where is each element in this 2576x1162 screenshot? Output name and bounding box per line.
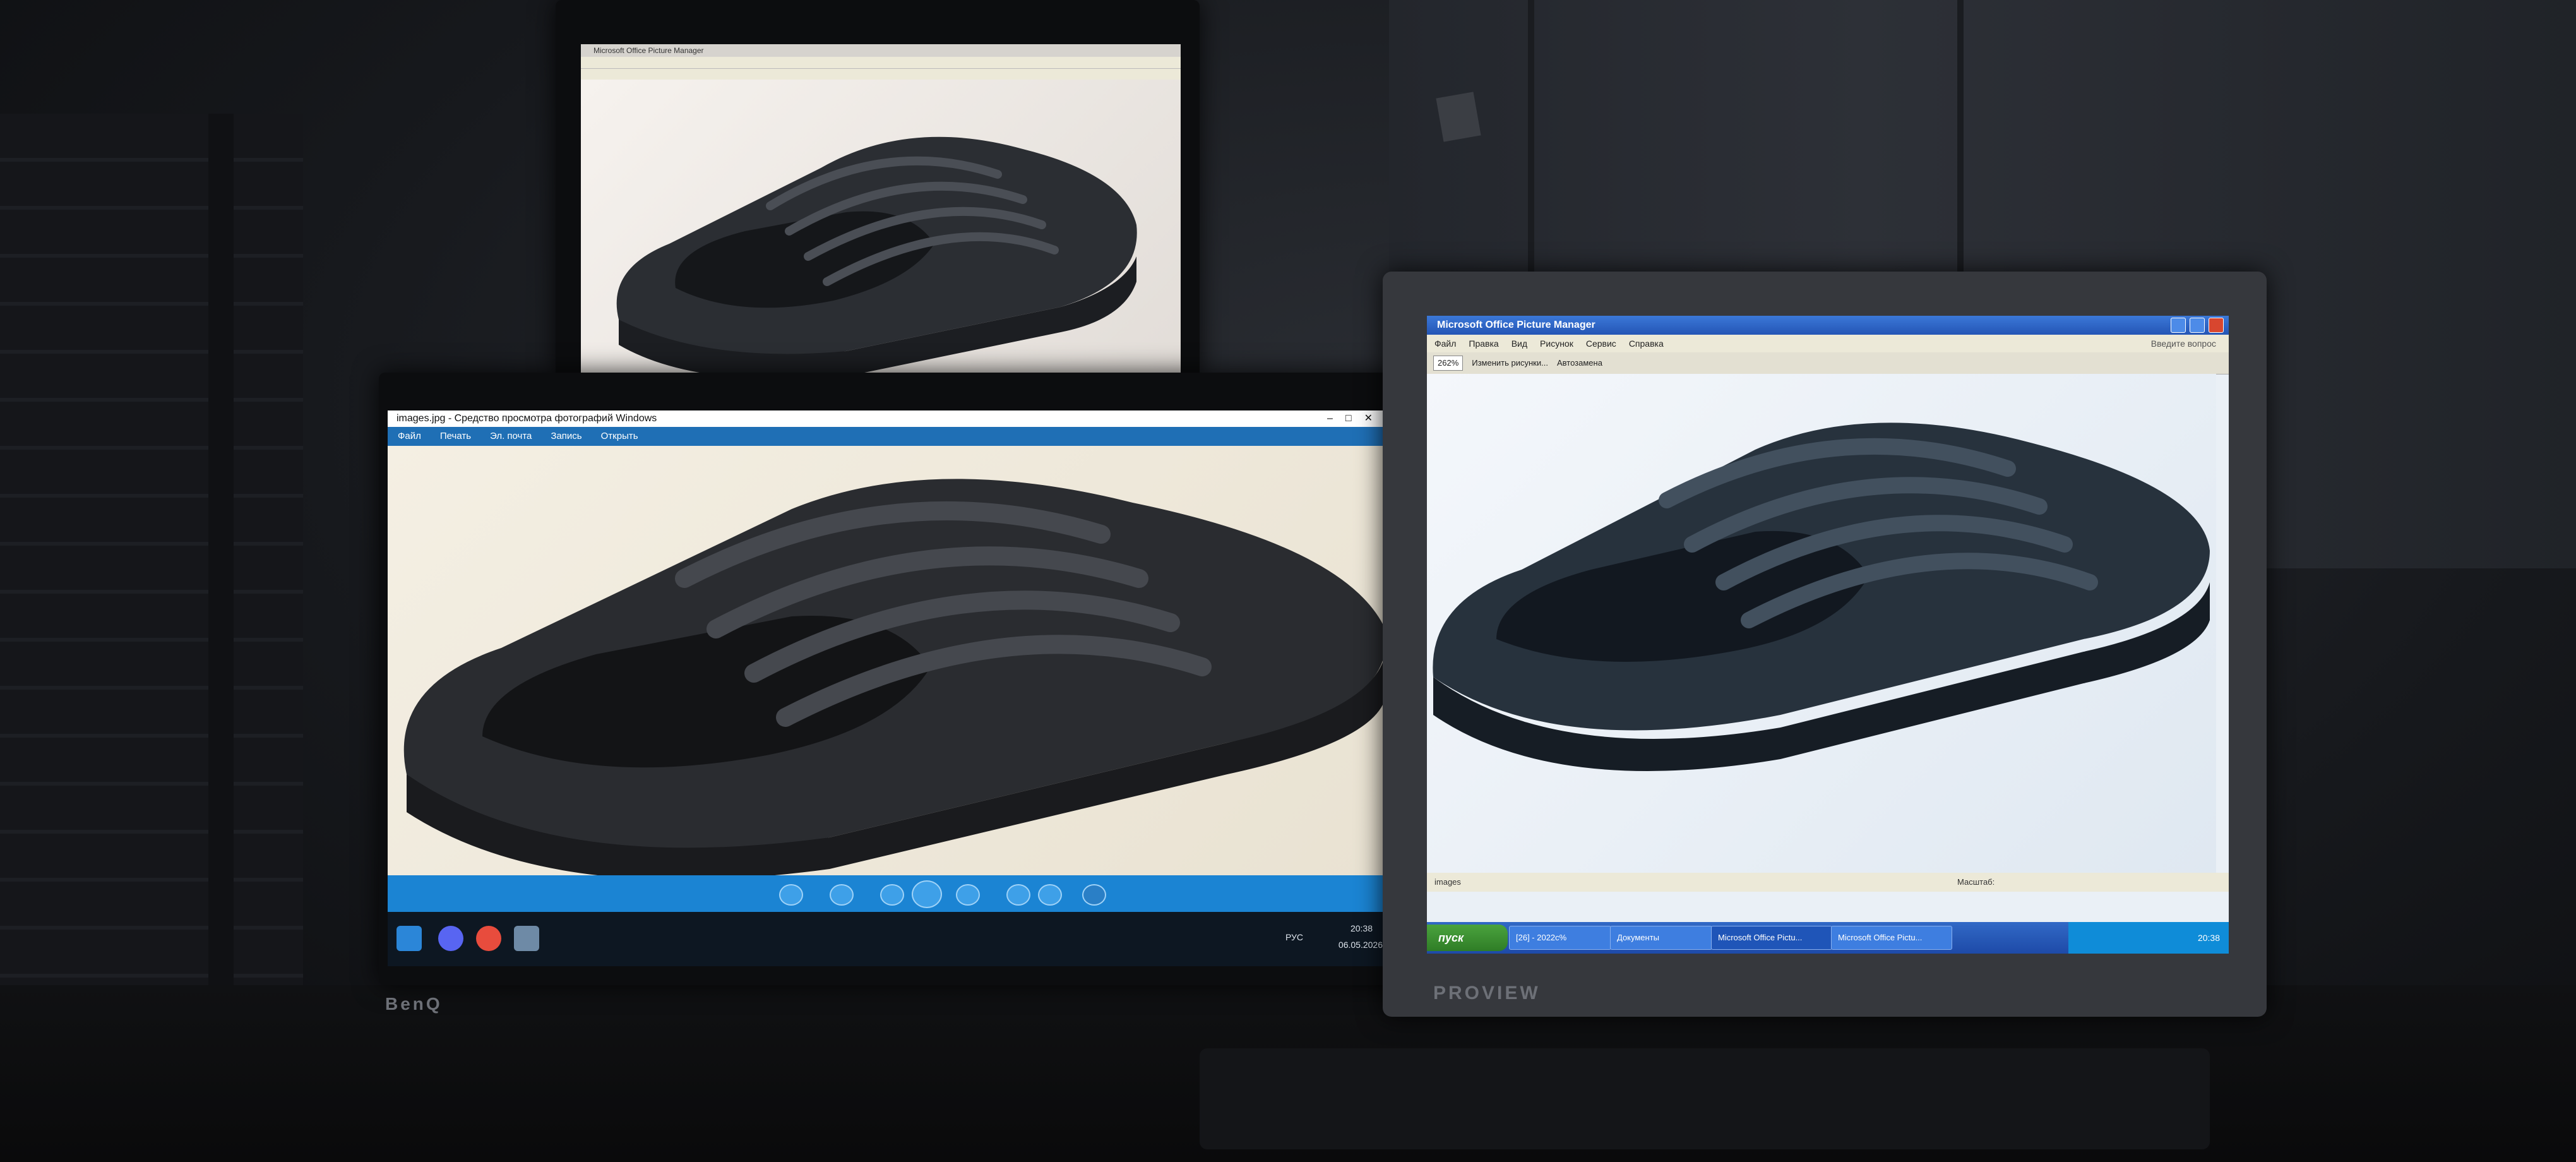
slipper-image (403, 479, 1386, 875)
discord-icon[interactable] (438, 926, 463, 951)
next-icon[interactable] (956, 884, 980, 906)
delete-icon[interactable] (1082, 884, 1106, 906)
bookshelf-divider (208, 114, 234, 1124)
zoom-select[interactable]: 262% (1433, 356, 1464, 371)
help-search-box[interactable]: Введите вопрос (2151, 335, 2216, 352)
taskbar: РУС 20:38 06.05.2026 (388, 912, 1392, 966)
slipper-image (616, 136, 1137, 373)
rotate-right-icon[interactable] (1038, 884, 1062, 906)
language-indicator[interactable]: РУС (1285, 932, 1303, 942)
slipper-image (1433, 422, 2210, 771)
close-icon[interactable]: ✕ (1364, 413, 1385, 424)
photo-area (1427, 374, 2216, 873)
start-icon[interactable] (397, 926, 422, 951)
window-controls: –□✕ (1327, 410, 1385, 427)
autocorrect-button[interactable]: Автозамена (1557, 352, 1602, 374)
monitor-brand: BenQ (385, 994, 443, 1014)
clock-time[interactable]: 20:38 (1351, 923, 1373, 933)
chrome-icon[interactable] (476, 926, 501, 951)
title-bar: images.jpg - Средство просмотра фотограф… (388, 410, 1392, 427)
window-title: Microsoft Office Picture Manager (581, 44, 1181, 57)
taskbar-item[interactable]: [26] - 2022с% (1509, 926, 1611, 950)
maximize-icon[interactable]: □ (1345, 413, 1364, 424)
clock-date[interactable]: 06.05.2026 (1339, 940, 1383, 950)
close-icon[interactable] (2209, 318, 2224, 333)
window-title: images.jpg - Средство просмотра фотограф… (397, 413, 657, 424)
start-button[interactable]: пуск (1427, 925, 1508, 951)
monitor-right-screen: Microsoft Office Picture Manager Файл Пр… (1427, 316, 2229, 954)
menu-bar: Файл Печать Эл. почта Запись Открыть (388, 427, 1392, 446)
menu-bar: Файл Правка Вид Рисунок Сервис Справка В… (1427, 335, 2229, 352)
menu-bar (581, 57, 1181, 69)
window-title: Microsoft Office Picture Manager (1437, 320, 1595, 330)
minimize-icon[interactable] (2171, 318, 2186, 333)
fit-icon[interactable] (830, 884, 854, 906)
photo-area (581, 80, 1181, 373)
taskbar-item-active[interactable]: Microsoft Office Pictu... (1711, 926, 1832, 950)
taskbar: пуск [26] - 2022с% Документы Microsoft O… (1427, 922, 2229, 954)
zoom-icon[interactable] (779, 884, 803, 906)
status-scale: Масштаб: (1957, 877, 1995, 887)
clock-time[interactable]: 20:38 (2198, 933, 2220, 943)
laptop-screen: Microsoft Office Picture Manager (581, 44, 1181, 373)
laptop-top: Microsoft Office Picture Manager (556, 0, 1200, 379)
menu-burn[interactable]: Запись (551, 427, 581, 446)
menu-email[interactable]: Эл. почта (490, 427, 532, 446)
viewer-toolbar (388, 875, 1392, 912)
edit-pictures-button[interactable]: Изменить рисунки... (1472, 352, 1548, 374)
toolbar: 262% Изменить рисунки... Автозамена (1427, 352, 2229, 374)
menu-print[interactable]: Печать (440, 427, 471, 446)
menu-open[interactable]: Открыть (601, 427, 638, 446)
status-file: images (1434, 877, 1461, 887)
menu-edit[interactable]: Правка (1469, 335, 1498, 352)
keyboard (1200, 1048, 2210, 1149)
system-tray: 20:38 (2068, 922, 2229, 954)
status-bar: images Масштаб: (1427, 873, 2229, 892)
slideshow-icon[interactable] (912, 880, 942, 908)
photo-area (388, 446, 1392, 875)
menu-picture[interactable]: Рисунок (1540, 335, 1573, 352)
menu-tools[interactable]: Сервис (1586, 335, 1616, 352)
minimize-icon[interactable]: – (1327, 413, 1345, 424)
taskbar-item[interactable]: Microsoft Office Pictu... (1831, 926, 1952, 950)
monitor-brand: PROVIEW (1433, 983, 1541, 1003)
previous-icon[interactable] (880, 884, 904, 906)
menu-file[interactable]: Файл (1434, 335, 1456, 352)
monitor-right: Microsoft Office Picture Manager Файл Пр… (1383, 272, 2267, 1017)
monitor-left-screen: images.jpg - Средство просмотра фотограф… (388, 410, 1392, 966)
title-bar: Microsoft Office Picture Manager (1427, 316, 2229, 335)
menu-file[interactable]: Файл (398, 427, 421, 446)
photo-viewer-icon[interactable] (514, 926, 539, 951)
menu-help[interactable]: Справка (1629, 335, 1664, 352)
maximize-icon[interactable] (2190, 318, 2205, 333)
wall-sticker (1436, 92, 1481, 142)
rotate-left-icon[interactable] (1006, 884, 1030, 906)
monitor-left: images.jpg - Средство просмотра фотограф… (379, 373, 1414, 1014)
menu-view[interactable]: Вид (1512, 335, 1527, 352)
taskbar-item[interactable]: Документы (1610, 926, 1712, 950)
window-controls (2171, 318, 2224, 333)
